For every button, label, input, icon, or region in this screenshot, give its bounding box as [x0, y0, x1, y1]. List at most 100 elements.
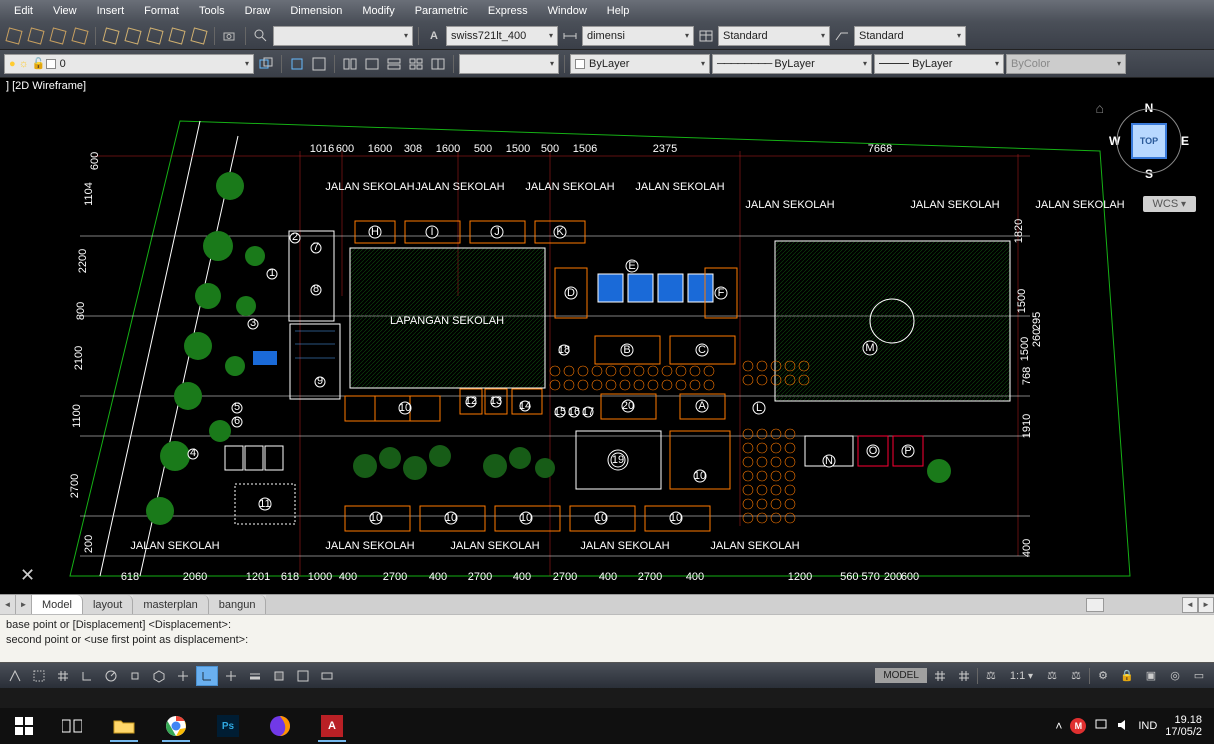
menu-edit[interactable]: Edit — [4, 2, 43, 20]
taskview-icon[interactable] — [50, 710, 94, 742]
make-current-icon[interactable] — [287, 54, 307, 74]
menu-format[interactable]: Format — [134, 2, 189, 20]
tray-app-icon[interactable]: M — [1070, 718, 1086, 734]
dyn-icon[interactable] — [220, 666, 242, 686]
menu-insert[interactable]: Insert — [87, 2, 135, 20]
viewport-scale-combo[interactable]: ▾ — [459, 54, 559, 74]
plotstyle-combo[interactable]: ByColor▾ — [1006, 54, 1126, 74]
scroll-thumb[interactable] — [1086, 598, 1104, 612]
layer-combo[interactable]: ● ☼ 🔓 0▾ — [4, 54, 254, 74]
dim-style-combo[interactable]: dimensi▾ — [582, 26, 694, 46]
tray-volume-icon[interactable] — [1116, 718, 1130, 735]
tray-network-icon[interactable] — [1094, 718, 1108, 735]
autocad-icon[interactable]: A — [310, 710, 354, 742]
ducs-icon[interactable] — [196, 666, 218, 686]
new-icon[interactable] — [4, 26, 24, 46]
tray-clock[interactable]: 19.18 17/05/2 — [1165, 714, 1208, 738]
firefox-icon[interactable] — [258, 710, 302, 742]
layer-match-icon[interactable] — [309, 54, 329, 74]
multileader-style-icon[interactable] — [832, 26, 852, 46]
fileexplorer-icon[interactable] — [102, 710, 146, 742]
close-icon[interactable]: ✕ — [20, 565, 35, 586]
menu-tools[interactable]: Tools — [189, 2, 235, 20]
wcs-label[interactable]: WCS ▾ — [1143, 196, 1196, 212]
drawing-canvas[interactable]: ⌂ N S W E TOP WCS ▾ ✕ — [0, 96, 1214, 594]
osnap-icon[interactable] — [124, 666, 146, 686]
layout1-icon[interactable] — [340, 54, 360, 74]
tray-language[interactable]: IND — [1138, 720, 1157, 732]
photoshop-icon[interactable]: Ps — [206, 710, 250, 742]
tray-chevron-icon[interactable]: ˄ — [1055, 719, 1062, 733]
model-paper-toggle[interactable]: MODEL — [875, 668, 927, 683]
text-style-icon[interactable]: A — [424, 26, 444, 46]
tab-layout[interactable]: layout — [83, 595, 133, 614]
tpy-icon[interactable] — [268, 666, 290, 686]
hardware-accel-icon[interactable]: ▣ — [1140, 666, 1162, 686]
mls-combo[interactable]: Standard▾ — [854, 26, 966, 46]
menu-express[interactable]: Express — [478, 2, 538, 20]
home-icon[interactable]: ⌂ — [1096, 100, 1104, 116]
menu-window[interactable]: Window — [538, 2, 597, 20]
horizontal-scrollbar[interactable]: ◄ ► — [266, 595, 1214, 614]
otrack-icon[interactable] — [172, 666, 194, 686]
sc-icon[interactable] — [316, 666, 338, 686]
cylinder-icon[interactable] — [167, 26, 187, 46]
visual-style-combo[interactable]: ▾ — [273, 26, 413, 46]
lock-ui-icon[interactable]: 🔒 — [1116, 666, 1138, 686]
cone-icon[interactable] — [123, 26, 143, 46]
isolate-icon[interactable]: ◎ — [1164, 666, 1186, 686]
layout2-icon[interactable] — [362, 54, 382, 74]
layout3-icon[interactable] — [384, 54, 404, 74]
menu-help[interactable]: Help — [597, 2, 640, 20]
scroll-right-icon[interactable]: ► — [1198, 597, 1214, 613]
font-combo[interactable]: swiss721lt_400▾ — [446, 26, 558, 46]
chrome-icon[interactable] — [154, 710, 198, 742]
color-combo[interactable]: ByLayer▾ — [570, 54, 710, 74]
annotation-visibility-icon[interactable]: ⚖ — [1041, 666, 1063, 686]
tab-bangun[interactable]: bangun — [209, 595, 267, 614]
zoom-icon[interactable] — [251, 26, 271, 46]
sphere-icon[interactable] — [145, 26, 165, 46]
menu-modify[interactable]: Modify — [352, 2, 404, 20]
torus-icon[interactable] — [189, 26, 209, 46]
box-icon[interactable] — [70, 26, 90, 46]
layer-prev-icon[interactable] — [256, 54, 276, 74]
table-style-icon[interactable] — [696, 26, 716, 46]
menu-draw[interactable]: Draw — [235, 2, 281, 20]
start-button[interactable] — [6, 711, 42, 741]
grid-icon[interactable] — [52, 666, 74, 686]
menu-view[interactable]: View — [43, 2, 87, 20]
wedge-icon[interactable] — [101, 26, 121, 46]
layout5-icon[interactable] — [428, 54, 448, 74]
polar-icon[interactable] — [100, 666, 122, 686]
qp-icon[interactable] — [292, 666, 314, 686]
lwt-icon[interactable] — [244, 666, 266, 686]
layout4-icon[interactable] — [406, 54, 426, 74]
menu-dimension[interactable]: Dimension — [280, 2, 352, 20]
infer-icon[interactable] — [4, 666, 26, 686]
menu-parametric[interactable]: Parametric — [405, 2, 478, 20]
tab-masterplan[interactable]: masterplan — [133, 595, 208, 614]
open-icon[interactable] — [26, 26, 46, 46]
viewcube-top[interactable]: TOP — [1131, 123, 1167, 159]
3dosnap-icon[interactable] — [148, 666, 170, 686]
save-icon[interactable] — [48, 26, 68, 46]
command-line[interactable]: base point or [Displacement] <Displaceme… — [0, 614, 1214, 662]
annotation-scale[interactable]: 1:1 ▾ — [1004, 668, 1039, 684]
ortho-icon[interactable] — [76, 666, 98, 686]
workspace-icon[interactable]: ⚙ — [1092, 666, 1114, 686]
linetype-combo[interactable]: ──────── ByLayer▾ — [712, 54, 872, 74]
camera-icon[interactable] — [220, 26, 240, 46]
clean-screen-icon[interactable]: ▭ — [1188, 666, 1210, 686]
lineweight-combo[interactable]: ByLayer▾ — [874, 54, 1004, 74]
scroll-left-icon[interactable]: ◄ — [1182, 597, 1198, 613]
annotation-icon[interactable]: ⚖ — [980, 666, 1002, 686]
tab-next-icon[interactable]: ► — [16, 595, 32, 614]
grid-display-icon[interactable] — [929, 666, 951, 686]
table-style-combo[interactable]: Standard▾ — [718, 26, 830, 46]
view-cube[interactable]: N S W E TOP — [1109, 101, 1189, 181]
tab-prev-icon[interactable]: ◄ — [0, 595, 16, 614]
dim-style-icon[interactable] — [560, 26, 580, 46]
tab-model[interactable]: Model — [32, 595, 83, 614]
snap-icon[interactable] — [28, 666, 50, 686]
